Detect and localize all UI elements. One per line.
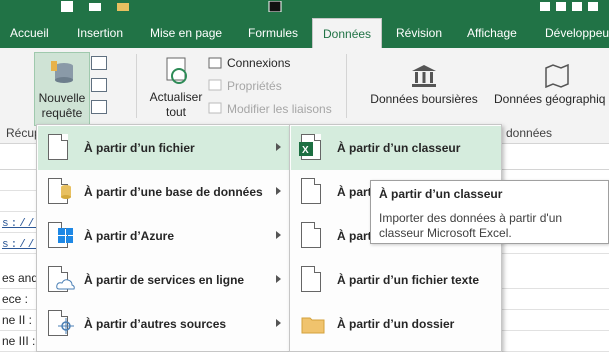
actualiser-label: Actualiser	[149, 90, 203, 104]
menu-item-label: À partir de services en ligne	[84, 273, 245, 287]
edit-links-icon	[208, 102, 222, 114]
cloud-icon	[56, 279, 75, 290]
menu-item-label: À partir d’autres sources	[84, 317, 227, 331]
bank-icon	[412, 65, 436, 87]
donnees-geographiques-label: Données géographiq	[494, 92, 606, 106]
modifier-liaisons-button[interactable]: Modifier les liaisons	[227, 102, 332, 116]
tab-revision[interactable]: Révision	[396, 18, 442, 48]
file-icon	[48, 134, 68, 160]
menu-item-services-en-ligne[interactable]: À partir de services en ligne	[38, 258, 289, 302]
properties-icon	[208, 79, 222, 91]
from-table-icon[interactable]	[91, 78, 107, 92]
quick-access-toolbar	[0, 0, 609, 18]
excel-window: Accueil Insertion Mise en page Formules …	[0, 0, 609, 352]
menu-item-autres-sources[interactable]: À partir d’autres sources	[38, 302, 289, 346]
actualiser-tout-button[interactable]: Actualiser tout	[146, 56, 206, 120]
submenu-item-texte[interactable]: À partir d’un fichier texte	[291, 258, 501, 302]
connexions-button[interactable]: Connexions	[227, 56, 290, 70]
csv-file-icon	[301, 178, 321, 204]
nouvelle-requete-button[interactable]: Nouvelle requête	[34, 52, 90, 126]
nouvelle-requete-menu: À partir d’un fichier À partir d’une bas…	[36, 124, 290, 352]
menu-item-label: À partir d’un fichier	[84, 141, 195, 155]
network-icon	[58, 318, 74, 334]
submenu-item-dossier[interactable]: À partir d’un dossier	[291, 302, 501, 346]
tab-mise-en-page[interactable]: Mise en page	[150, 18, 222, 48]
xml-file-icon	[301, 222, 321, 248]
folder-icon	[301, 317, 325, 334]
ribbon-tabs: Accueil Insertion Mise en page Formules …	[0, 18, 609, 48]
checkbox-icon[interactable]	[268, 1, 282, 12]
tab-insertion[interactable]: Insertion	[77, 18, 123, 48]
nouvelle-label: Nouvelle	[38, 91, 86, 105]
tab-developpeur[interactable]: Développeur	[545, 18, 609, 48]
menu-item-fichier[interactable]: À partir d’un fichier	[38, 126, 289, 170]
tooltip-description: Importer des données à partir d'un class…	[379, 211, 563, 240]
submenu-item-label: À partir d’un classeur	[337, 141, 461, 155]
toolbar-icons	[540, 2, 598, 11]
ribbon-divider	[136, 54, 137, 118]
cell-text: ne II :	[2, 313, 33, 327]
tout-label: tout	[165, 105, 186, 119]
cell-text: ne III :	[2, 334, 36, 348]
undo-icon[interactable]	[88, 1, 102, 12]
submenu-item-classeur[interactable]: X À partir d’un classeur	[291, 126, 501, 170]
svg-text:X: X	[302, 145, 309, 156]
proprietes-button[interactable]: Propriétés	[227, 79, 282, 93]
chevron-right-icon	[276, 143, 281, 151]
redo-icon[interactable]	[116, 1, 130, 12]
refresh-icon	[166, 57, 187, 84]
chevron-right-icon	[276, 319, 281, 327]
donnees-boursieres-button[interactable]: Données boursières	[364, 64, 484, 107]
tab-formules[interactable]: Formules	[248, 18, 298, 48]
chevron-right-icon	[276, 231, 281, 239]
connexions-icon	[208, 57, 222, 69]
donnees-boursieres-label: Données boursières	[370, 92, 478, 106]
menu-item-label: À partir d’une base de données	[84, 185, 263, 199]
submenu-item-label: À partir d’un fichier texte	[337, 273, 480, 287]
tab-donnees[interactable]: Données	[312, 18, 383, 48]
group-label-types: données	[506, 126, 553, 140]
classeur-tooltip: À partir d’un classeur Importer des donn…	[370, 180, 609, 244]
database-icon	[51, 61, 73, 83]
save-icon[interactable]	[60, 1, 74, 12]
excel-icon: X	[299, 142, 313, 156]
tooltip-title: À partir d’un classeur	[379, 187, 503, 201]
menu-item-label: À partir d’Azure	[84, 229, 175, 243]
cell-text: es and	[2, 271, 39, 285]
menu-item-azure[interactable]: À partir d’Azure	[38, 214, 289, 258]
map-icon	[545, 63, 569, 89]
database-icon	[61, 185, 71, 199]
menu-item-base-de-donnees[interactable]: À partir d’une base de données	[38, 170, 289, 214]
text-file-icon	[301, 266, 321, 292]
recent-sources-icon[interactable]	[91, 100, 107, 114]
show-queries-icon[interactable]	[91, 56, 107, 70]
requete-label: requête	[41, 106, 83, 120]
donnees-geographiques-button[interactable]: Données géographiq	[494, 63, 609, 107]
windows-icon	[58, 228, 73, 243]
chevron-right-icon	[276, 187, 281, 195]
chevron-right-icon	[276, 275, 281, 283]
cell-text: ece :	[2, 292, 29, 306]
tab-affichage[interactable]: Affichage	[467, 18, 517, 48]
submenu-item-label: À partir d’un dossier	[337, 317, 455, 331]
tab-accueil[interactable]: Accueil	[10, 18, 49, 48]
ribbon-divider	[346, 54, 347, 118]
